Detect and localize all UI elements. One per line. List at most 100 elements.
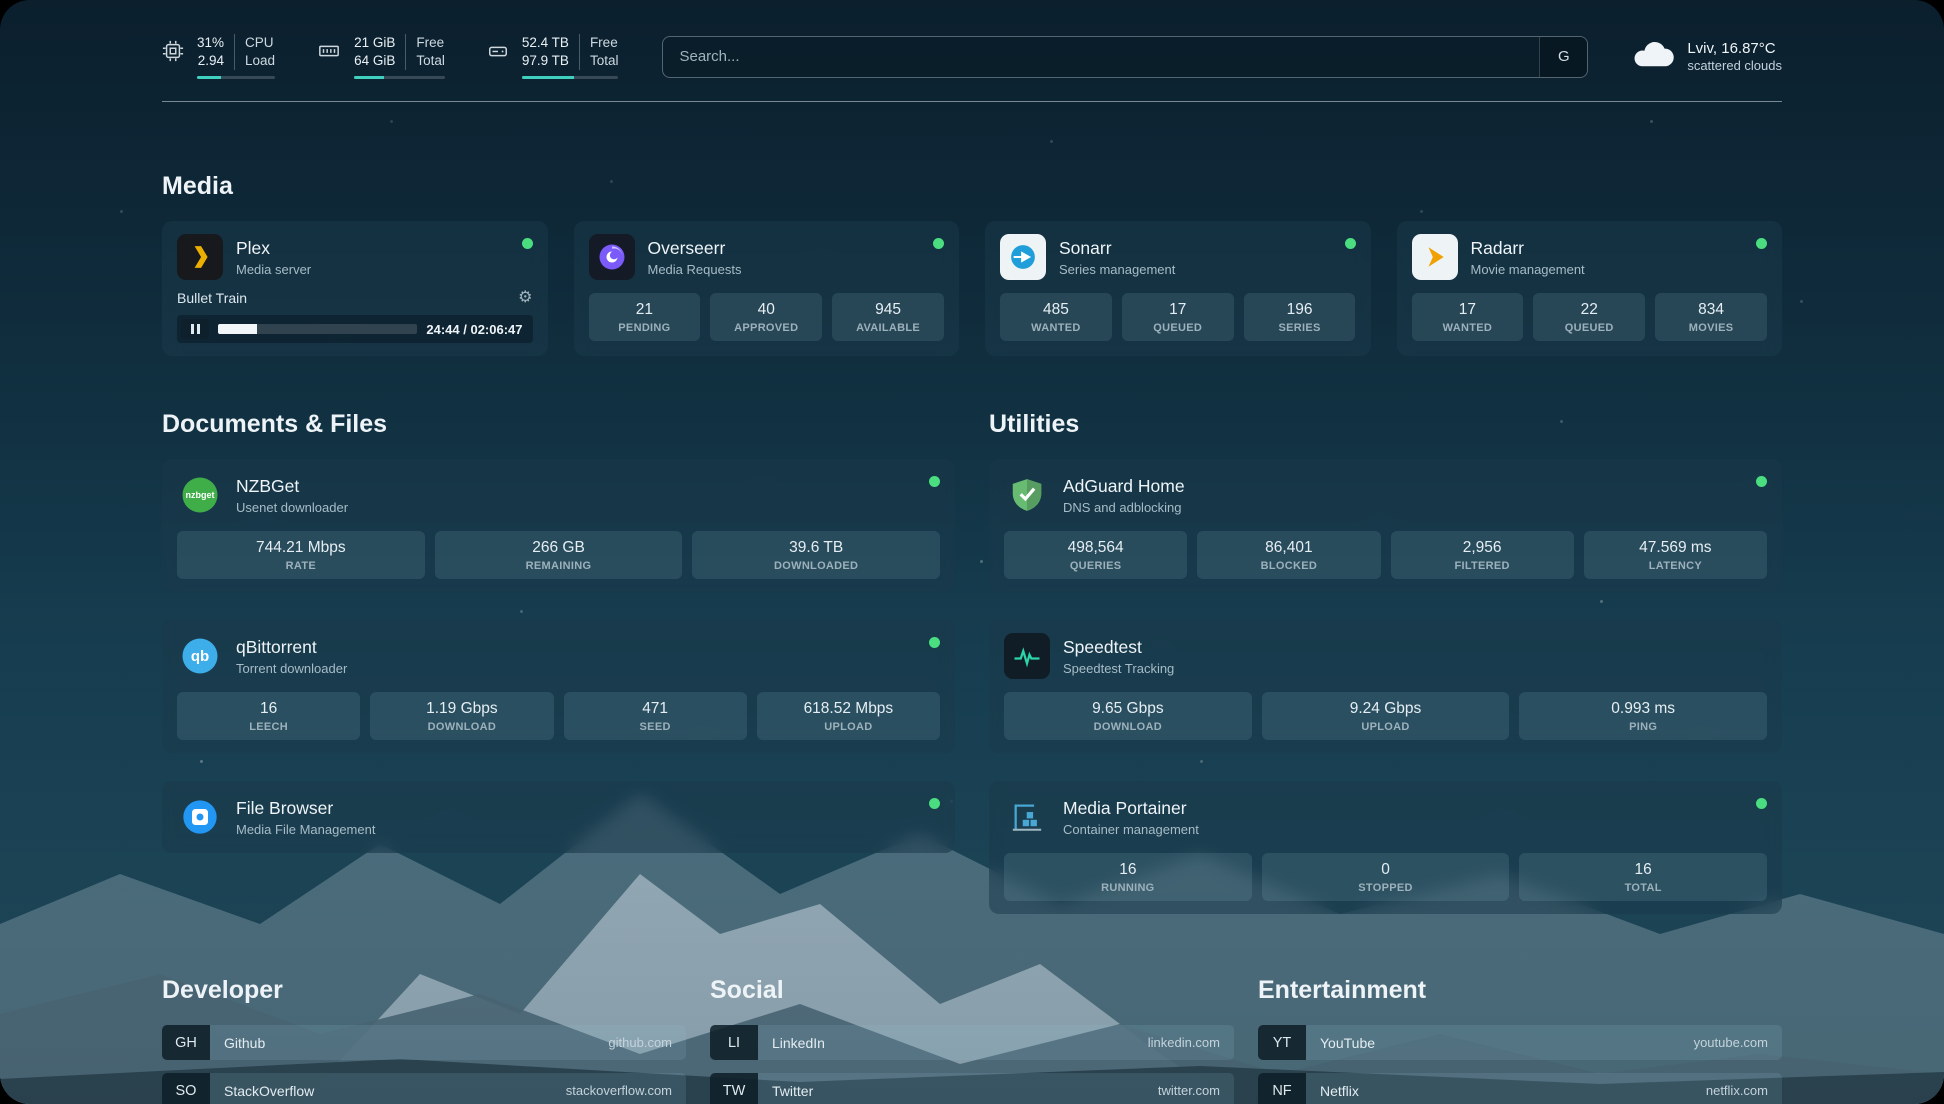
status-dot <box>933 238 944 249</box>
card-subtitle: Speedtest Tracking <box>1063 661 1174 676</box>
radarr-icon <box>1412 234 1458 280</box>
section-heading-documents: Documents & Files <box>162 410 955 439</box>
status-dot <box>929 637 940 648</box>
bookmark-netflix[interactable]: NF Netflix netflix.com <box>1258 1073 1782 1104</box>
stat-downloaded: 39.6 TB DOWNLOADED <box>692 531 940 579</box>
bookmark-url: github.com <box>608 1035 686 1050</box>
disk-total: 97.9 TB <box>522 52 569 70</box>
status-dot <box>1756 476 1767 487</box>
bookmark-youtube[interactable]: YT YouTube youtube.com <box>1258 1025 1782 1060</box>
sonarr-icon <box>1000 234 1046 280</box>
card-portainer[interactable]: Media Portainer Container management 16 … <box>989 781 1782 914</box>
card-title: Sonarr <box>1059 238 1175 259</box>
bookmark-name: YouTube <box>1306 1035 1375 1051</box>
bookmark-name: Twitter <box>758 1083 813 1099</box>
stat-seed: 471 SEED <box>564 692 747 740</box>
bookmark-stackoverflow[interactable]: SO StackOverflow stackoverflow.com <box>162 1073 686 1104</box>
status-dot <box>1756 798 1767 809</box>
disk-widget: 52.4 TB 97.9 TB Free Total <box>487 34 619 79</box>
card-title: Radarr <box>1471 238 1585 259</box>
disk-total-label: Total <box>590 52 619 70</box>
stat-wanted: 17 WANTED <box>1412 293 1524 341</box>
stat-leech: 16 LEECH <box>177 692 360 740</box>
bookmark-url: youtube.com <box>1694 1035 1782 1050</box>
settings-icon[interactable]: ⚙ <box>518 290 532 306</box>
bookmark-name: Github <box>210 1035 265 1051</box>
card-plex[interactable]: Plex Media server Bullet Train ⚙ <box>162 221 548 356</box>
stat-approved: 40 APPROVED <box>710 293 822 341</box>
speedtest-icon <box>1004 633 1050 679</box>
bookmark-abbr: SO <box>162 1073 210 1104</box>
card-filebrowser[interactable]: File Browser Media File Management <box>162 781 955 853</box>
stat-total: 16 TOTAL <box>1519 853 1767 901</box>
card-title: Overseerr <box>648 238 742 259</box>
stat-running: 16 RUNNING <box>1004 853 1252 901</box>
bookmark-url: netflix.com <box>1706 1083 1782 1098</box>
stat-latency: 47.569 ms LATENCY <box>1584 531 1767 579</box>
search-provider-button[interactable]: G <box>1539 37 1587 77</box>
card-title: AdGuard Home <box>1063 476 1185 497</box>
stat-download: 9.65 Gbps DOWNLOAD <box>1004 692 1252 740</box>
bookmark-url: stackoverflow.com <box>566 1083 686 1098</box>
pause-button[interactable] <box>181 319 209 339</box>
bookmark-name: StackOverflow <box>210 1083 314 1099</box>
bookmark-url: linkedin.com <box>1148 1035 1234 1050</box>
card-qbittorrent[interactable]: qb qBittorrent Torrent downloader 16 LEE… <box>162 620 955 753</box>
qbittorrent-icon: qb <box>177 633 223 679</box>
card-nzbget[interactable]: nzbget NZBGet Usenet downloader 744.21 M… <box>162 459 955 592</box>
topbar: 31% 2.94 CPU Load <box>162 34 1782 79</box>
cpu-label: CPU <box>245 34 275 52</box>
card-title: Speedtest <box>1063 637 1174 658</box>
search-input[interactable] <box>663 48 1539 65</box>
playback-time: 24:44 / 02:06:47 <box>426 322 522 337</box>
disk-free-label: Free <box>590 34 619 52</box>
bookmark-abbr: NF <box>1258 1073 1306 1104</box>
portainer-icon <box>1004 794 1050 840</box>
stat-queued: 22 QUEUED <box>1533 293 1645 341</box>
card-title: Media Portainer <box>1063 798 1199 819</box>
bookmarks-developer: Developer GH Github github.com SO StackO… <box>162 976 686 1104</box>
cpu-percent: 31% <box>197 34 224 52</box>
stat-stopped: 0 STOPPED <box>1262 853 1510 901</box>
stat-wanted: 485 WANTED <box>1000 293 1112 341</box>
card-subtitle: Media server <box>236 262 311 277</box>
section-heading-developer: Developer <box>162 976 686 1005</box>
card-speedtest[interactable]: Speedtest Speedtest Tracking 9.65 Gbps D… <box>989 620 1782 753</box>
card-subtitle: Torrent downloader <box>236 661 347 676</box>
stat-available: 945 AVAILABLE <box>832 293 944 341</box>
bookmark-abbr: YT <box>1258 1025 1306 1060</box>
stat-queued: 17 QUEUED <box>1122 293 1234 341</box>
card-title: Plex <box>236 238 311 259</box>
bookmarks-social: Social LI LinkedIn linkedin.com TW Twitt… <box>710 976 1234 1104</box>
weather-condition: scattered clouds <box>1687 58 1782 75</box>
cpu-load-label: Load <box>245 52 275 70</box>
bookmark-name: LinkedIn <box>758 1035 825 1051</box>
ram-free-label: Free <box>416 34 445 52</box>
section-documents-files: Documents & Files nzbget NZBGet Usenet d… <box>162 410 955 914</box>
card-subtitle: Series management <box>1059 262 1175 277</box>
card-sonarr[interactable]: Sonarr Series management 485 WANTED 17 Q… <box>985 221 1371 356</box>
bookmark-twitter[interactable]: TW Twitter twitter.com <box>710 1073 1234 1104</box>
dashboard-screen: 31% 2.94 CPU Load <box>0 0 1944 1104</box>
ram-free: 21 GiB <box>354 34 395 52</box>
stat-remaining: 266 GB REMAINING <box>435 531 683 579</box>
disk-icon <box>487 40 509 67</box>
card-title: NZBGet <box>236 476 348 497</box>
bookmark-abbr: LI <box>710 1025 758 1060</box>
card-subtitle: Usenet downloader <box>236 500 348 515</box>
bookmark-linkedin[interactable]: LI LinkedIn linkedin.com <box>710 1025 1234 1060</box>
filebrowser-icon <box>177 794 223 840</box>
ram-usage-bar <box>354 76 445 79</box>
bookmark-abbr: TW <box>710 1073 758 1104</box>
card-radarr[interactable]: Radarr Movie management 17 WANTED 22 QUE… <box>1397 221 1783 356</box>
card-adguard[interactable]: AdGuard Home DNS and adblocking 498,564 … <box>989 459 1782 592</box>
stat-queries: 498,564 QUERIES <box>1004 531 1187 579</box>
ram-icon <box>317 40 341 67</box>
bookmarks-entertainment: Entertainment YT YouTube youtube.com NF … <box>1258 976 1782 1104</box>
card-subtitle: Media Requests <box>648 262 742 277</box>
status-dot <box>929 476 940 487</box>
card-overseerr[interactable]: Overseerr Media Requests 21 PENDING 40 A… <box>574 221 960 356</box>
bookmark-github[interactable]: GH Github github.com <box>162 1025 686 1060</box>
stat-upload: 9.24 Gbps UPLOAD <box>1262 692 1510 740</box>
card-title: qBittorrent <box>236 637 347 658</box>
